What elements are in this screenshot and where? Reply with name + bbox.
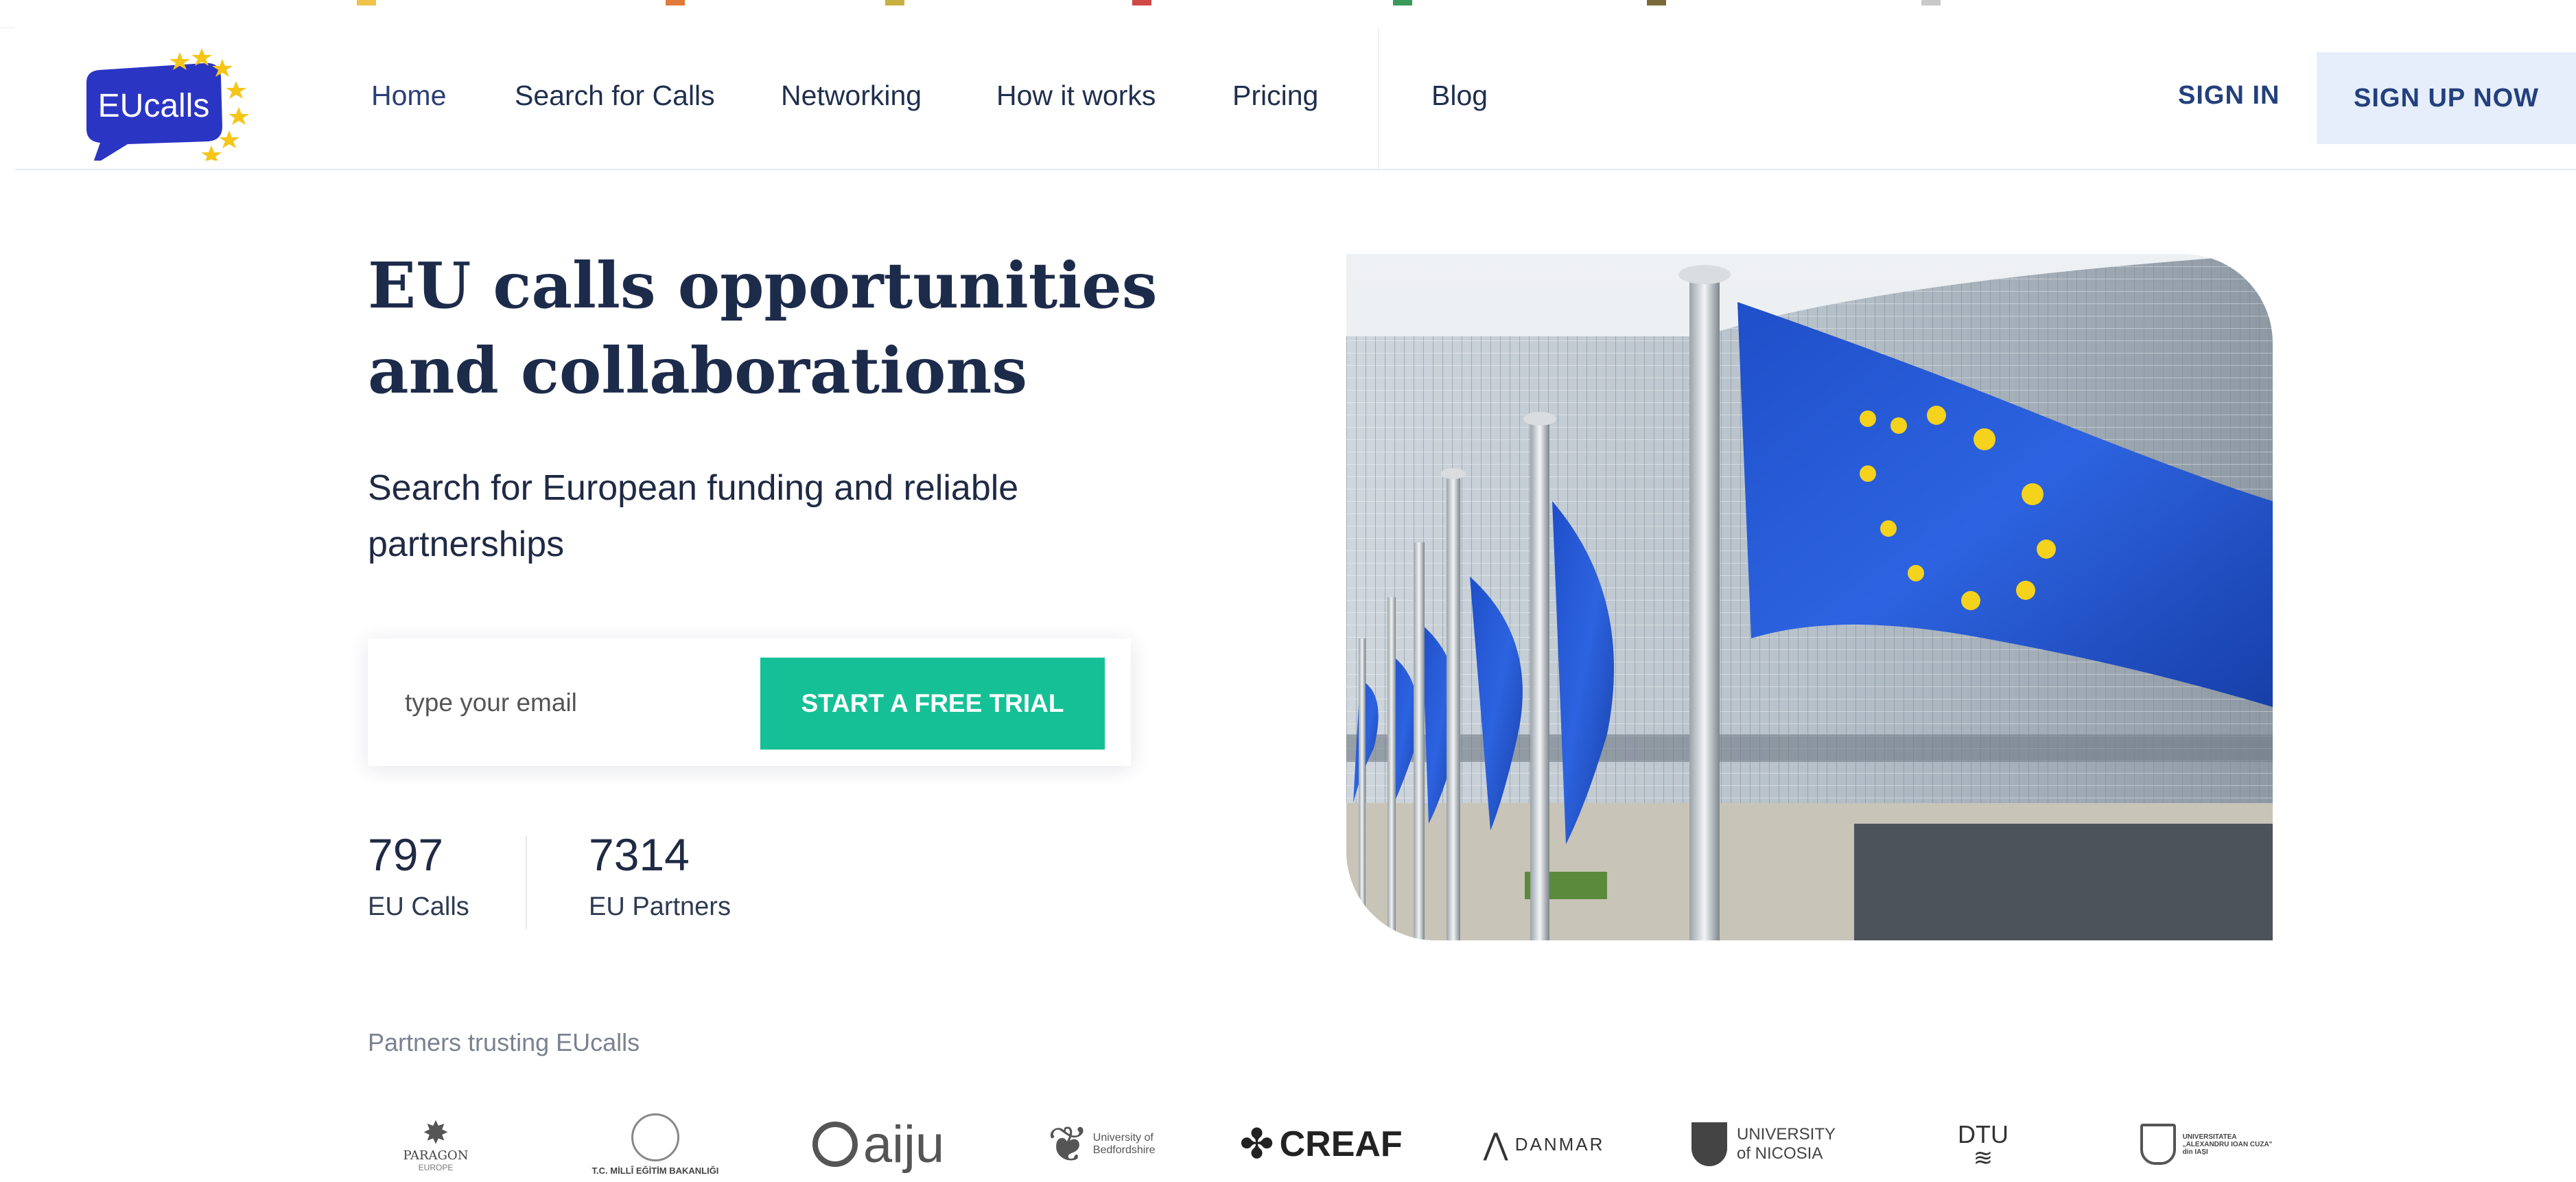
nav-search-for-calls[interactable]: Search for Calls: [515, 80, 715, 112]
partner-logo-text: aiju: [863, 1115, 945, 1174]
creaf-emblem-icon: ✤: [1239, 1121, 1274, 1167]
stat-label: EU Partners: [589, 892, 731, 921]
hero-subtitle-line2: partnerships: [368, 524, 565, 564]
stat-eu-partners: 7314 EU Partners: [589, 826, 731, 922]
aiju-logo: aiju: [810, 1106, 947, 1182]
top-strip: [0, 0, 2576, 28]
partner-logo-text: University of: [1092, 1132, 1154, 1144]
partner-logo-text: UNIVERSITY: [1736, 1125, 1836, 1144]
sign-in-link[interactable]: SIGN IN: [2178, 81, 2280, 111]
hero-title: EU calls opportunities and collaboration…: [368, 243, 1191, 413]
stat-value: 7314: [589, 829, 690, 880]
crest-icon: [2140, 1124, 2176, 1165]
stat-value: 797: [368, 829, 444, 880]
flag-fragment: [1647, 0, 1666, 5]
dtu-logo: DTU ≋: [1942, 1106, 2024, 1182]
flag-fragment: [1393, 0, 1412, 5]
hero-title-line2: and collaborations: [368, 334, 1028, 408]
nav-home[interactable]: Home: [371, 80, 446, 112]
creaf-logo: ✤ CREAF: [1239, 1106, 1402, 1182]
hero-image-eu-flags: [1346, 254, 2273, 940]
email-input[interactable]: [403, 670, 749, 736]
site-header: EUcalls Home Search for Calls Networking…: [15, 27, 2576, 170]
stat-label: EU Calls: [368, 892, 469, 921]
partner-logo-text-group: UNIVERSITATEA „ALEXANDRU IOAN CUZA" din …: [2183, 1133, 2273, 1156]
danmar-logo: ⋀ DANMAR: [1475, 1106, 1613, 1182]
partner-logo-text: din IAȘI: [2182, 1148, 2208, 1156]
university-of-bedfordshire-logo: ❦ University of Bedfordshire: [1029, 1106, 1173, 1182]
partner-logo-text: Bedfordshire: [1092, 1144, 1156, 1156]
partner-logo-text: UNIVERSITATEA: [2182, 1133, 2237, 1141]
stat-eu-calls: 797 EU Calls: [368, 826, 469, 922]
star-emblem-icon: ✸: [422, 1114, 449, 1150]
uaic-logo: UNIVERSITATEA „ALEXANDRU IOAN CUZA" din …: [2134, 1106, 2278, 1182]
hero-subtitle-line1: Search for European funding and reliable: [368, 468, 1019, 508]
partners-title: Partners trusting EUcalls: [368, 1028, 640, 1056]
nav-networking[interactable]: Networking: [781, 80, 922, 112]
nav-divider: [1378, 27, 1379, 169]
aiju-swirl-icon: [812, 1122, 858, 1167]
flag-fragment: [1132, 0, 1151, 5]
partner-logo-text: of NICOSIA: [1736, 1144, 1823, 1163]
partner-logo-text: „ALEXANDRU IOAN CUZA": [2182, 1140, 2273, 1148]
start-free-trial-button[interactable]: START A FREE TRIAL: [760, 658, 1105, 750]
flag-fragment: [666, 0, 685, 5]
stat-divider: [526, 836, 527, 929]
partner-logo-text-group: UNIVERSITY of NICOSIA: [1737, 1125, 1836, 1163]
university-of-nicosia-logo: UNIVERSITY of NICOSIA: [1688, 1106, 1839, 1182]
nav-blog[interactable]: Blog: [1431, 80, 1488, 112]
trial-signup-form: START A FREE TRIAL: [368, 638, 1131, 766]
eucalls-logo[interactable]: EUcalls: [77, 44, 255, 166]
partner-logo-text: CREAF: [1279, 1124, 1403, 1164]
dtu-stripes-icon: ≋: [1973, 1145, 1993, 1171]
partner-logo-text: DANMAR: [1514, 1133, 1605, 1155]
danmar-mountain-icon: ⋀: [1483, 1127, 1508, 1161]
hero-title-line1: EU calls opportunities: [368, 248, 1158, 323]
nav-pricing[interactable]: Pricing: [1232, 80, 1318, 112]
partner-logo-text: PARAGON: [403, 1148, 469, 1163]
tc-milli-egitim-logo: T.C. MİLLÎ EĞİTİM BAKANLIĞI: [583, 1106, 727, 1182]
paragon-europe-logo: ✸ PARAGON EUROPE: [384, 1106, 487, 1182]
leaves-icon: ❦: [1047, 1117, 1089, 1172]
partner-logo-text: EUROPE: [418, 1162, 454, 1172]
sign-up-button[interactable]: SIGN UP NOW: [2317, 52, 2576, 144]
shield-icon: [1691, 1122, 1727, 1166]
flag-fragment: [357, 0, 376, 5]
partner-logo-text: T.C. MİLLÎ EĞİTİM BAKANLIĞI: [592, 1165, 719, 1176]
hero-subtitle: Search for European funding and reliable…: [368, 460, 1123, 572]
flag-fragment: [1921, 0, 1941, 5]
partner-logo-text-group: University of Bedfordshire: [1093, 1132, 1156, 1157]
partner-logo-text: DTU: [1958, 1120, 2009, 1148]
seal-icon: [631, 1113, 679, 1161]
nav-how-it-works[interactable]: How it works: [996, 80, 1156, 112]
logo-text: EUcalls: [98, 88, 210, 124]
flag-fragment: [885, 0, 904, 5]
